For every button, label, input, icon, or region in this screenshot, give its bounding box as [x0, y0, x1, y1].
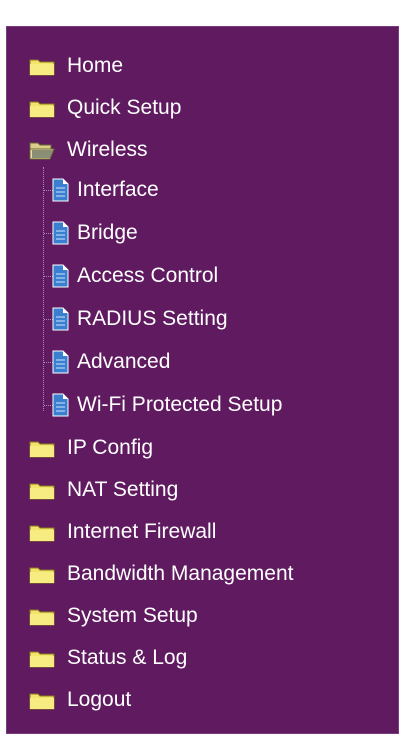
submenu-item-access-control[interactable]: Access Control	[51, 259, 218, 293]
menu-item-label: Internet Firewall	[67, 520, 217, 543]
page-icon	[51, 221, 69, 245]
menu-item-label: NAT Setting	[67, 478, 179, 501]
menu-item-wireless[interactable]: Wireless	[29, 133, 148, 167]
menu-item-label: Bandwidth Management	[67, 562, 294, 585]
page-icon	[51, 350, 69, 374]
page-icon	[51, 393, 69, 417]
menu-item-label: Status & Log	[67, 646, 188, 669]
folder-closed-icon	[29, 480, 55, 500]
menu-item-label: Wireless	[67, 138, 148, 161]
submenu-item-label: Bridge	[77, 221, 138, 244]
folder-closed-icon	[29, 522, 55, 542]
folder-closed-icon	[29, 56, 55, 76]
submenu-item-label: Wi-Fi Protected Setup	[77, 393, 283, 416]
page-icon	[51, 307, 69, 331]
menu-item-label: Quick Setup	[67, 96, 182, 119]
submenu-item-advanced[interactable]: Advanced	[51, 345, 170, 379]
menu-item-bandwidth-management[interactable]: Bandwidth Management	[29, 557, 293, 591]
submenu-item-label: Advanced	[77, 350, 171, 373]
folder-closed-icon	[29, 98, 55, 118]
nav-frame: Home Quick Setup Wireless Interface Brid…	[6, 26, 399, 734]
folder-closed-icon	[29, 690, 55, 710]
folder-closed-icon	[29, 438, 55, 458]
menu-item-label: Home	[67, 54, 124, 77]
folder-open-icon	[29, 140, 55, 160]
submenu-item-wifi-protected-setup[interactable]: Wi-Fi Protected Setup	[51, 388, 282, 422]
folder-closed-icon	[29, 564, 55, 584]
submenu-item-interface[interactable]: Interface	[51, 173, 159, 207]
submenu-item-bridge[interactable]: Bridge	[51, 216, 138, 250]
menu-item-nat-setting[interactable]: NAT Setting	[29, 473, 178, 507]
menu-item-logout[interactable]: Logout	[29, 683, 131, 717]
menu-item-system-setup[interactable]: System Setup	[29, 599, 198, 633]
menu-item-label: System Setup	[67, 604, 198, 627]
nav-menu: Home Quick Setup Wireless Interface Brid…	[7, 27, 398, 733]
submenu-item-label: RADIUS Setting	[77, 307, 228, 330]
menu-item-label: IP Config	[67, 436, 153, 459]
menu-item-ip-config[interactable]: IP Config	[29, 431, 153, 465]
menu-item-quick-setup[interactable]: Quick Setup	[29, 91, 181, 125]
folder-closed-icon	[29, 648, 55, 668]
tree-connector	[43, 167, 44, 411]
menu-item-internet-firewall[interactable]: Internet Firewall	[29, 515, 216, 549]
page-icon	[51, 264, 69, 288]
menu-item-home[interactable]: Home	[29, 49, 123, 83]
folder-closed-icon	[29, 606, 55, 626]
submenu-item-radius-setting[interactable]: RADIUS Setting	[51, 302, 228, 336]
menu-item-label: Logout	[67, 688, 132, 711]
submenu-item-label: Interface	[77, 178, 159, 201]
page-icon	[51, 178, 69, 202]
menu-item-status-log[interactable]: Status & Log	[29, 641, 187, 675]
submenu-item-label: Access Control	[77, 264, 219, 287]
